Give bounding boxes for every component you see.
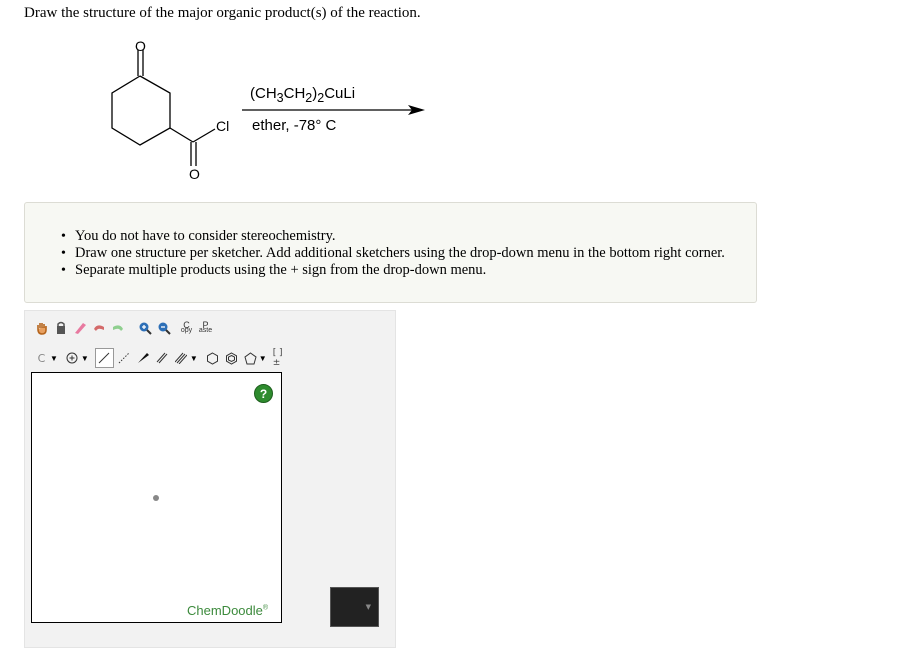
toolbar-row-1: C opy P aste bbox=[33, 319, 216, 337]
chevron-down-icon[interactable]: ▼ bbox=[190, 354, 198, 363]
paste-label-sub: aste bbox=[198, 327, 213, 334]
reagent-conditions: ether, -78° C bbox=[252, 117, 337, 134]
add-sketcher-dropdown[interactable]: ▼ bbox=[330, 587, 379, 627]
eraser-icon[interactable] bbox=[71, 319, 88, 337]
triple-bond-icon[interactable] bbox=[173, 349, 190, 367]
cyclohexane-ring-icon[interactable] bbox=[204, 349, 221, 367]
instructions-box: You do not have to consider stereochemis… bbox=[24, 202, 757, 303]
wedge-bond-icon[interactable] bbox=[135, 349, 152, 367]
instruction-item: You do not have to consider stereochemis… bbox=[61, 228, 725, 245]
instruction-item: Separate multiple products using the + s… bbox=[61, 262, 725, 279]
cyclohexane-ring bbox=[111, 75, 171, 146]
brand-mark: ® bbox=[262, 604, 269, 612]
copy-label-sub: opy bbox=[180, 327, 193, 334]
charge-plus-icon[interactable] bbox=[64, 349, 81, 367]
lasso-icon[interactable] bbox=[52, 319, 69, 337]
canvas-cursor-dot bbox=[153, 495, 159, 501]
redo-icon[interactable] bbox=[109, 319, 126, 337]
chevron-down-icon: ▼ bbox=[365, 603, 371, 611]
dashed-bond-icon[interactable] bbox=[116, 349, 133, 367]
atom-o-bottom: O bbox=[189, 166, 200, 182]
atom-o-top: O bbox=[135, 38, 146, 54]
instruction-item: Draw one structure per sketcher. Add add… bbox=[61, 245, 725, 262]
reaction-scheme bbox=[111, 50, 425, 166]
paste-icon[interactable]: P aste bbox=[197, 319, 214, 337]
undo-icon[interactable] bbox=[90, 319, 107, 337]
question-text: Draw the structure of the major organic … bbox=[24, 5, 421, 21]
single-bond-icon[interactable] bbox=[94, 348, 114, 368]
atom-cl: Cl bbox=[216, 118, 230, 134]
cyclopentane-ring-icon[interactable] bbox=[242, 349, 259, 367]
copy-icon[interactable]: C opy bbox=[178, 319, 195, 337]
instructions-list: You do not have to consider stereochemis… bbox=[61, 228, 725, 279]
chemdoodle-logo: ChemDoodle® bbox=[187, 603, 268, 618]
benzene-ring-icon[interactable] bbox=[223, 349, 240, 367]
sketcher-canvas[interactable]: ? ChemDoodle® bbox=[31, 372, 282, 623]
chevron-down-icon[interactable]: ▼ bbox=[50, 354, 58, 363]
atom-carbon-button[interactable]: C bbox=[33, 349, 50, 367]
zoom-out-icon[interactable] bbox=[155, 319, 172, 337]
double-bond-icon[interactable] bbox=[154, 349, 171, 367]
toolbar-row-2: C ▼ ▼ ▼ ▼ [ ]± bbox=[33, 348, 292, 368]
zoom-in-icon[interactable] bbox=[136, 319, 153, 337]
chevron-down-icon[interactable]: ▼ bbox=[81, 354, 89, 363]
help-icon[interactable]: ? bbox=[254, 384, 273, 403]
hand-icon[interactable] bbox=[33, 319, 50, 337]
brand-text: ChemDoodle bbox=[187, 603, 263, 618]
reagent-organocuprate: (CH3CH2)2CuLi bbox=[250, 85, 356, 105]
bracket-icon[interactable]: [ ]± bbox=[273, 348, 290, 368]
chevron-down-icon[interactable]: ▼ bbox=[259, 354, 267, 363]
